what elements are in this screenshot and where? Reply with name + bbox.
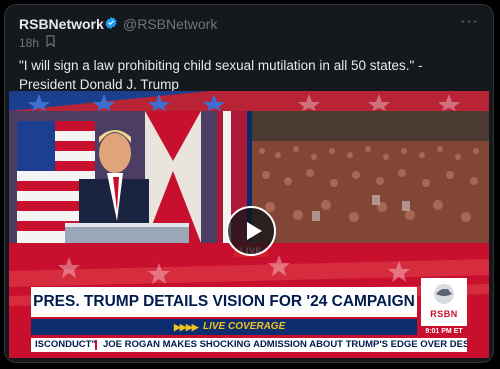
video-player[interactable]: LIVE PRES. TRUMP DETAILS VISION FOR '24 … — [9, 91, 489, 358]
verified-badge-icon — [105, 16, 117, 30]
headline-banner: PRES. TRUMP DETAILS VISION FOR '24 CAMPA… — [31, 287, 417, 317]
rsbn-logo-text: RSBN — [430, 309, 458, 319]
stars-banner — [9, 91, 489, 111]
live-coverage-arrows: ▶▶▶▶ — [174, 322, 199, 332]
tweet-text: "I will sign a law prohibiting child sex… — [19, 58, 423, 92]
podium — [65, 223, 189, 243]
author-name[interactable]: RSBNetwork — [19, 16, 104, 32]
ticker-divider — [95, 340, 97, 350]
play-icon — [247, 222, 262, 240]
ticker-previous-item: ISCONDUCT" — [35, 339, 96, 350]
tweet-header: RSBNetwork @RSBNetwork ··· — [19, 13, 479, 33]
tweet-card[interactable]: RSBNetwork @RSBNetwork ··· 18h "I will s… — [4, 4, 494, 363]
save-icon[interactable] — [45, 35, 56, 47]
play-button[interactable] — [226, 206, 276, 256]
broadcast-time: 9:01 PM ET — [421, 327, 467, 337]
speaker-panel — [9, 111, 247, 243]
live-coverage-bar: ▶▶▶▶ LIVE COVERAGE — [31, 319, 417, 335]
news-ticker: ISCONDUCT" JOE ROGAN MAKES SHOCKING ADMI… — [31, 338, 467, 352]
ticker-current-item: JOE ROGAN MAKES SHOCKING ADMISSION ABOUT… — [103, 339, 467, 350]
rsbn-logo: RSBN — [421, 278, 467, 326]
live-coverage-label: LIVE COVERAGE — [203, 321, 286, 332]
tweet-timestamp[interactable]: 18h — [19, 36, 39, 50]
eagle-logo-icon — [434, 284, 454, 304]
more-icon[interactable]: ··· — [460, 13, 479, 31]
crowd-panel — [252, 111, 489, 243]
author-handle[interactable]: @RSBNetwork — [123, 16, 217, 32]
